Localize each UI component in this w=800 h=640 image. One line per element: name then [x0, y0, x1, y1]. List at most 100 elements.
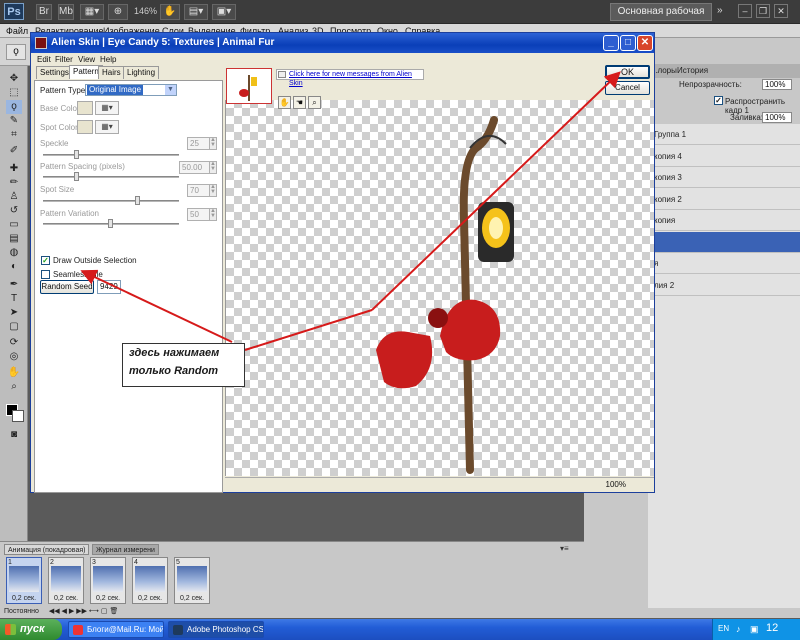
frame-delay[interactable]: 0,2 сек. [175, 595, 209, 602]
spot-color-palette-button[interactable]: ▦▾ [95, 120, 119, 134]
language-indicator[interactable]: EN [718, 624, 729, 633]
stamp-tool-icon[interactable]: ♙ [6, 190, 22, 204]
close-icon[interactable]: ✕ [774, 4, 788, 18]
layer-row[interactable] [648, 231, 800, 253]
minibridge-button[interactable]: Mb [58, 4, 74, 20]
ok-button[interactable]: OK [605, 65, 650, 79]
pattern-spacing-slider-thumb[interactable] [74, 172, 79, 181]
taskbar-item-blogs[interactable]: Блоги@Mail.Ru: Мой ... [68, 621, 164, 638]
more-workspaces-icon[interactable]: » [717, 5, 723, 16]
dodge-tool-icon[interactable]: ◐ [6, 260, 22, 274]
opacity-input[interactable]: 100% [762, 79, 792, 90]
tab-settings[interactable]: Settings [36, 66, 73, 79]
hand-tool-icon[interactable]: ✋ [6, 366, 22, 380]
tab-measurement-log[interactable]: Журнал измерени [92, 544, 159, 555]
pattern-variation-spinner[interactable]: ▲ ▼ [209, 208, 217, 221]
dialog-close-icon[interactable]: ✕ [637, 35, 653, 51]
blur-tool-icon[interactable]: ◍ [6, 246, 22, 260]
type-tool-icon[interactable]: T [6, 292, 22, 306]
zoom-level[interactable]: 146% [134, 6, 157, 16]
arrange-docs-button[interactable]: ▤▾ [184, 4, 208, 20]
history-brush-icon[interactable]: ↺ [6, 204, 22, 218]
animation-frame[interactable]: 3 0,2 сек. [90, 557, 126, 604]
frame-delay[interactable]: 0,2 сек. [91, 595, 125, 602]
pan-preview-icon[interactable]: ☚ [293, 96, 306, 109]
random-seed-input[interactable]: 9429 [97, 280, 121, 294]
layer-row[interactable]: я [648, 253, 800, 274]
tab-animation[interactable]: Анимация (покадровая) [4, 544, 90, 555]
background-color-swatch[interactable] [12, 410, 24, 422]
animation-frame[interactable]: 5 0,2 сек. [174, 557, 210, 604]
screen-mode-button[interactable]: ▣▾ [212, 4, 236, 20]
panel-menu-icon[interactable]: ▾≡ [560, 544, 569, 553]
menu-file[interactable]: Файл [6, 24, 28, 38]
shape-tool-icon[interactable]: ▢ [6, 320, 22, 334]
dialog-minimize-icon[interactable]: _ [603, 35, 619, 51]
spot-size-slider[interactable] [43, 200, 179, 202]
layer-row[interactable]: Группа 1 [648, 124, 800, 145]
quick-mask-icon[interactable]: ◙ [6, 428, 22, 442]
tab-history[interactable]: История [674, 64, 711, 78]
seamless-tile-checkbox[interactable] [41, 270, 50, 279]
dialog-title-bar[interactable]: Alien Skin | Eye Candy 5: Textures | Ani… [31, 33, 654, 53]
pattern-spacing-spinner[interactable]: ▲ ▼ [209, 161, 217, 174]
preview-canvas[interactable] [225, 100, 654, 476]
quick-select-tool-icon[interactable]: ✎ [6, 114, 22, 128]
spot-size-spinner[interactable]: ▲ ▼ [209, 184, 217, 197]
layer-row[interactable]: копия 3 [648, 167, 800, 188]
eraser-tool-icon[interactable]: ▭ [6, 218, 22, 232]
cancel-button[interactable]: Cancel [605, 81, 650, 95]
3d-orbit-tool-icon[interactable]: ◎ [6, 350, 22, 364]
volume-icon[interactable]: ♪ [736, 624, 741, 634]
spot-size-slider-thumb[interactable] [135, 196, 141, 205]
speckle-slider[interactable] [43, 154, 179, 156]
gradient-tool-icon[interactable]: ▤ [6, 232, 22, 246]
animation-frame[interactable]: 4 0,2 сек. [132, 557, 168, 604]
dialog-menu-edit[interactable]: Edit [37, 54, 51, 66]
brush-tool-icon[interactable]: ✏ [6, 176, 22, 190]
base-color-palette-button[interactable]: ▦▾ [95, 101, 119, 115]
workspace-switcher[interactable]: Основная рабочая среда [610, 3, 712, 33]
layer-row[interactable]: копия 4 [648, 146, 800, 167]
base-color-swatch[interactable] [77, 101, 93, 115]
pen-tool-icon[interactable]: ✒ [6, 278, 22, 292]
layer-row[interactable]: копия 2 [648, 189, 800, 210]
loop-select[interactable]: Постоянно [4, 608, 39, 615]
marquee-tool-icon[interactable]: ⬚ [6, 86, 22, 100]
propagate-frame-checkbox[interactable]: ✓ [714, 96, 723, 105]
extras-menu-button[interactable]: ▦▾ [80, 4, 104, 20]
alien-skin-messages-link[interactable]: Click here for new messages from Alien S… [276, 69, 424, 87]
frame-delay[interactable]: 0,2 сек. [133, 595, 167, 602]
taskbar-item-photoshop[interactable]: Adobe Photoshop CS... [168, 621, 264, 638]
3d-rotate-tool-icon[interactable]: ⟳ [6, 336, 22, 350]
speckle-spinner[interactable]: ▲ ▼ [209, 137, 217, 150]
healing-tool-icon[interactable]: ✚ [6, 162, 22, 176]
restore-icon[interactable]: ❐ [756, 4, 770, 18]
path-select-tool-icon[interactable]: ➤ [6, 306, 22, 320]
tab-lighting[interactable]: Lighting [123, 66, 160, 79]
zoom-preview-icon[interactable]: ⌕ [308, 96, 321, 109]
network-icon[interactable]: ▣ [750, 624, 759, 635]
animation-frame[interactable]: 1 0,2 сек. [6, 557, 42, 604]
random-seed-button[interactable]: Random Seed [40, 280, 94, 294]
zoom-tool-icon[interactable]: ⌕ [6, 380, 22, 394]
pattern-spacing-slider[interactable] [43, 176, 179, 178]
lasso-tool-icon[interactable]: ϙ [6, 100, 22, 114]
lasso-preset-icon[interactable]: ϙ [6, 44, 26, 60]
dialog-maximize-icon[interactable]: □ [620, 35, 636, 51]
eyedropper-tool-icon[interactable]: ✐ [6, 144, 22, 158]
fill-input[interactable]: 100% [762, 112, 792, 123]
minimize-icon[interactable]: – [738, 4, 752, 18]
frame-delay[interactable]: 0,2 сек. [49, 595, 83, 602]
layer-row[interactable]: лия 2 [648, 275, 800, 296]
bridge-button[interactable]: Br [36, 4, 52, 20]
navigator-thumbnail[interactable] [226, 68, 272, 104]
speckle-slider-thumb[interactable] [74, 150, 79, 159]
spot-color-swatch[interactable] [77, 120, 93, 134]
frame-delay[interactable]: 0,2 сек. [7, 595, 41, 602]
layer-row[interactable]: копия [648, 210, 800, 231]
hand-tool-icon[interactable]: ✋ [160, 4, 180, 20]
move-tool-icon[interactable]: ✥ [6, 72, 22, 86]
crop-tool-icon[interactable]: ⌗ [6, 128, 22, 142]
hand-preview-icon[interactable]: ✋ [278, 96, 291, 109]
